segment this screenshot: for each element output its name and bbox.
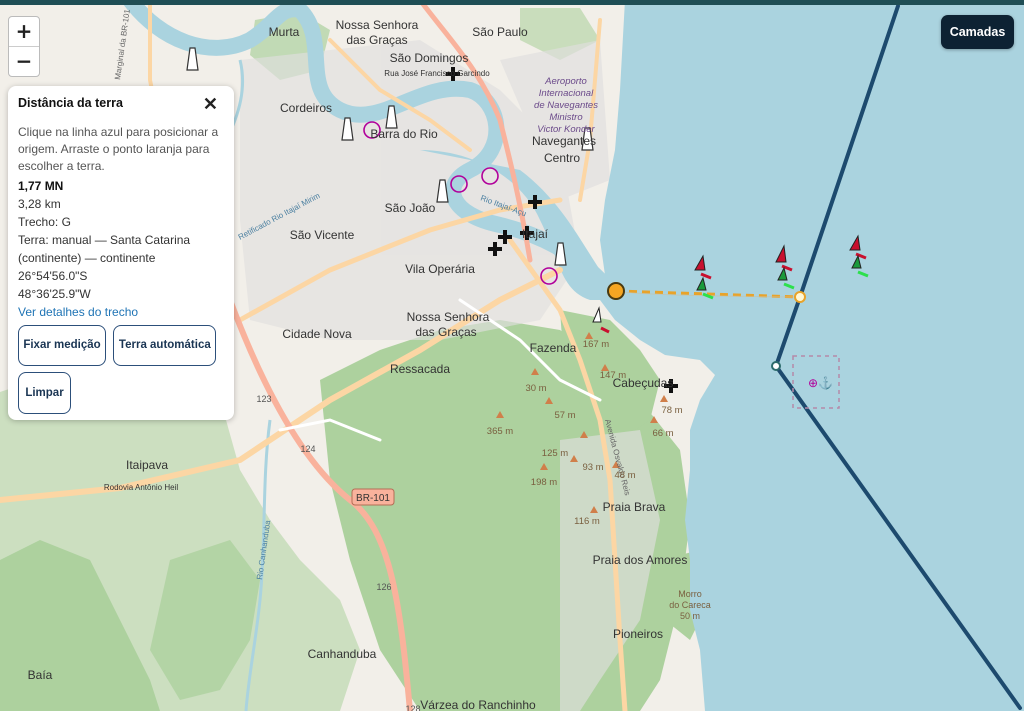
zoom-in-button[interactable]: + xyxy=(9,17,39,46)
elev-365: 365 m xyxy=(487,426,513,437)
label-itajai: Itajaí xyxy=(522,227,549,241)
label-murta: Murta xyxy=(269,25,300,39)
label-rua-jf: Rua José Francisco Garcindo xyxy=(384,69,490,78)
label-centro: Centro xyxy=(544,151,580,165)
label-pioneiros: Pioneiros xyxy=(613,627,663,641)
label-aeroporto-2: Internacional xyxy=(539,88,594,99)
label-cordeiros: Cordeiros xyxy=(280,101,332,115)
latitude: 26°54'56.0"S xyxy=(18,269,88,283)
elev-48: 48 m xyxy=(614,470,635,481)
label-canhanduba: Canhanduba xyxy=(308,647,377,661)
clear-button[interactable]: Limpar xyxy=(18,372,71,414)
layers-button[interactable]: Camadas xyxy=(941,15,1014,49)
label-morro-2: do Careca xyxy=(669,600,711,610)
label-sao-joao: São João xyxy=(385,201,436,215)
label-rodovia-ah: Rodovia Antônio Heil xyxy=(104,483,178,492)
label-baia: Baía xyxy=(28,668,53,682)
elev-93: 93 m xyxy=(582,462,603,473)
zoom-control: + − xyxy=(8,16,40,77)
zoom-out-button[interactable]: − xyxy=(9,46,39,76)
label-praia-brava: Praia Brava xyxy=(603,500,666,514)
land-line-1: Terra: manual — Santa Catarina xyxy=(18,233,191,247)
elev-30: 30 m xyxy=(525,383,546,394)
label-sao-domingos: São Domingos xyxy=(390,51,469,65)
land-point[interactable] xyxy=(607,282,625,300)
label-barra-do-rio: Barra do Rio xyxy=(370,127,438,141)
origin-point[interactable] xyxy=(794,291,806,303)
elev-57: 57 m xyxy=(554,410,575,421)
elev-198: 198 m xyxy=(531,477,557,488)
longitude: 48°36'25.9"W xyxy=(18,287,91,301)
elev-147: 147 m xyxy=(600,370,626,381)
label-nossa-graças-n1: Nossa Senhora xyxy=(336,18,419,32)
label-route-123: 123 xyxy=(256,394,271,404)
elev-167: 167 m xyxy=(583,339,609,350)
label-route-126: 126 xyxy=(376,582,391,592)
stretch-label: Trecho: G xyxy=(18,215,71,229)
distance-km: 3,28 km xyxy=(18,197,61,211)
label-navegantes: Navegantes xyxy=(532,134,596,148)
label-aeroporto-3: de Navegantes xyxy=(534,100,598,111)
label-nossa-graças-s1: Nossa Senhora xyxy=(407,310,490,324)
label-vila-operaria: Vila Operária xyxy=(405,262,475,276)
label-sao-paulo: São Paulo xyxy=(472,25,528,39)
label-varzea: Várzea do Ranchinho xyxy=(420,698,536,711)
fix-measurement-button[interactable]: Fixar medição xyxy=(18,325,106,366)
panel-help-text: Clique na linha azul para posicionar a o… xyxy=(18,125,219,173)
label-br101: BR-101 xyxy=(356,493,390,504)
br101-shield: BR-101 xyxy=(351,488,395,506)
top-bar xyxy=(0,0,1024,5)
label-aeroporto-4: Ministro xyxy=(549,112,582,123)
details-link[interactable]: Ver detalhes do trecho xyxy=(18,303,224,321)
distance-panel: Distância da terra ✕ Clique na linha azu… xyxy=(8,86,234,420)
label-route-128: 128 xyxy=(405,704,420,711)
label-nossa-graças-s2: das Graças xyxy=(415,325,476,339)
label-cidade-nova: Cidade Nova xyxy=(282,327,352,341)
auto-land-button[interactable]: Terra automática xyxy=(113,325,217,366)
label-fazenda: Fazenda xyxy=(530,341,577,355)
panel-title: Distância da terra xyxy=(18,96,123,110)
route-vertex[interactable] xyxy=(771,361,781,371)
label-praia-amores: Praia dos Amores xyxy=(593,553,688,567)
elev-78: 78 m xyxy=(661,405,682,416)
elev-66: 66 m xyxy=(652,428,673,439)
label-nossa-graças-n2: das Graças xyxy=(346,33,407,47)
distance-nm: 1,77 MN xyxy=(18,179,64,193)
label-ressacada: Ressacada xyxy=(390,362,450,376)
label-route-124: 124 xyxy=(300,444,315,454)
land-line-2: (continente) — continente xyxy=(18,251,156,265)
label-morro-3: 50 m xyxy=(680,611,700,621)
label-morro-1: Morro xyxy=(678,589,702,599)
elev-125: 125 m xyxy=(542,448,568,459)
elev-116: 116 m xyxy=(574,516,600,527)
label-sao-vicente: São Vicente xyxy=(290,228,355,242)
anchorage-icon: ⊕⚓ xyxy=(808,376,833,390)
label-itaipava: Itaipava xyxy=(126,458,168,472)
label-aeroporto-1: Aeroporto xyxy=(544,76,587,87)
close-icon[interactable]: ✕ xyxy=(203,94,218,114)
